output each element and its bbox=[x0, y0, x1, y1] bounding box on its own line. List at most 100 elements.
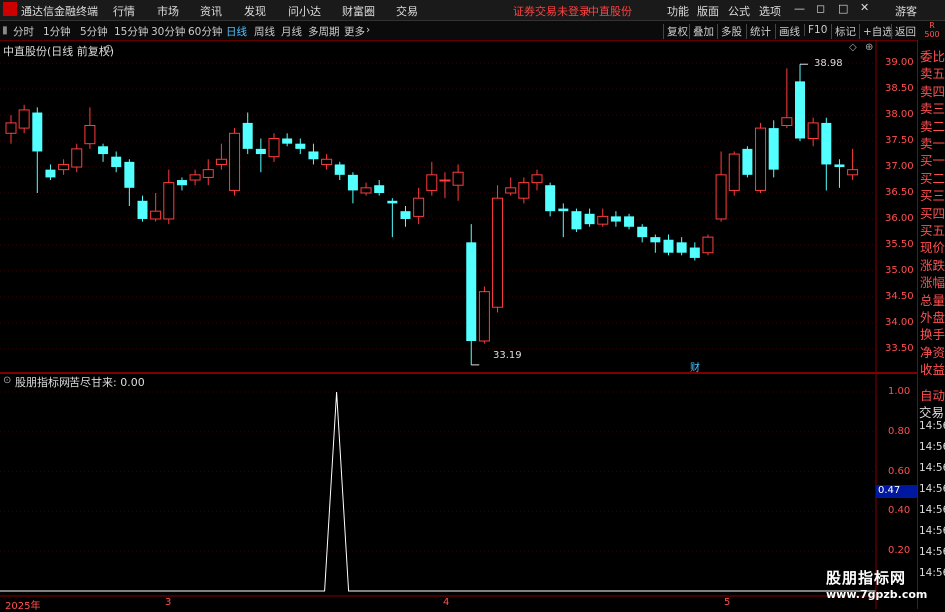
candle-body bbox=[347, 174, 358, 191]
watermark-line2: www.7gpzb.com bbox=[826, 588, 928, 601]
quote-field-label: 收益 bbox=[920, 362, 945, 378]
restore-icon[interactable]: ◻ bbox=[816, 2, 825, 15]
candle-body bbox=[715, 174, 727, 220]
candle-body bbox=[176, 180, 187, 186]
tool-button[interactable]: 画线 bbox=[775, 24, 803, 39]
candle-body bbox=[439, 179, 451, 182]
period-tab[interactable]: 5分钟 bbox=[80, 24, 108, 39]
menu-item-trade[interactable]: 交易 bbox=[396, 3, 418, 19]
crosshair-icon[interactable]: ⊕ bbox=[865, 42, 873, 53]
chart-grid bbox=[0, 62, 876, 552]
tool-button[interactable]: 叠加 bbox=[689, 24, 717, 39]
menu-item-market[interactable]: 市场 bbox=[157, 3, 179, 19]
quote-field-label: 买五 bbox=[920, 223, 945, 238]
chevron-right-icon[interactable]: › bbox=[366, 24, 370, 36]
y-tick: 38.50 bbox=[885, 83, 914, 95]
menu-item-ask[interactable]: 问小达 bbox=[288, 3, 321, 19]
user-label[interactable]: 游客 bbox=[895, 3, 917, 19]
candle-body bbox=[478, 291, 490, 342]
tool-button[interactable]: 统计 bbox=[746, 24, 774, 39]
candle-body bbox=[45, 169, 56, 178]
quote-field-label: 外盘 bbox=[920, 310, 945, 325]
tool-button[interactable]: 返回 bbox=[891, 24, 919, 39]
period-tab[interactable]: 多周期 bbox=[308, 24, 340, 39]
finance-marker[interactable]: 财 bbox=[690, 359, 700, 374]
candle-body bbox=[413, 197, 425, 217]
candle-body bbox=[426, 174, 438, 191]
period-tab[interactable]: 分时 bbox=[13, 24, 34, 39]
indicator-y-tick: 0.40 bbox=[888, 505, 911, 517]
candle-body bbox=[242, 122, 253, 149]
candle-body bbox=[466, 242, 477, 341]
quote-field-label: 现价 bbox=[920, 240, 945, 256]
candle-body bbox=[676, 242, 687, 253]
y-tick: 36.00 bbox=[885, 212, 914, 224]
menu-item-discover[interactable]: 发现 bbox=[244, 3, 266, 19]
menu-layout[interactable]: 版面 bbox=[697, 3, 719, 19]
period-tab[interactable]: 1分钟 bbox=[43, 24, 71, 39]
period-tab[interactable]: 15分钟 bbox=[114, 24, 148, 39]
low-price-label: 33.19 bbox=[493, 350, 522, 361]
indicator-series bbox=[0, 391, 876, 592]
candle-body bbox=[32, 112, 43, 152]
quote-field-label: 总量 bbox=[920, 292, 945, 308]
period-tab-selected[interactable]: 日线 bbox=[226, 24, 247, 39]
period-tab[interactable]: 周线 bbox=[254, 24, 275, 39]
period-tab[interactable]: 30分钟 bbox=[151, 24, 185, 39]
maximize-icon[interactable]: □ bbox=[838, 2, 848, 15]
candle-body bbox=[308, 151, 319, 160]
diamond-icon[interactable]: ◇ bbox=[849, 42, 857, 53]
candle-body bbox=[150, 210, 162, 220]
tick-time: 14:56 bbox=[919, 441, 945, 453]
candles bbox=[5, 63, 859, 366]
y-tick: 37.00 bbox=[885, 161, 914, 173]
menu-item-wealth[interactable]: 财富圈 bbox=[342, 3, 375, 19]
period-tab[interactable]: 60分钟 bbox=[188, 24, 222, 39]
login-status[interactable]: 证券交易未登录 bbox=[513, 3, 590, 19]
candle-body bbox=[558, 208, 569, 212]
candle-body bbox=[597, 215, 609, 225]
collapse-icon[interactable]: ▮ bbox=[2, 24, 8, 36]
tool-button[interactable]: 标记 bbox=[831, 24, 859, 39]
quote-field-label: 委比 bbox=[920, 49, 945, 64]
quote-field-label: 换手 bbox=[920, 327, 945, 343]
tool-button[interactable]: 复权 bbox=[663, 24, 691, 39]
candle-body bbox=[360, 187, 372, 194]
trade-label[interactable]: 交易 bbox=[919, 402, 944, 421]
menu-item-news[interactable]: 资讯 bbox=[200, 3, 222, 19]
tool-button[interactable]: F10 bbox=[804, 24, 830, 36]
quote-field-label: 买四 bbox=[920, 205, 945, 221]
period-tab[interactable]: 月线 bbox=[281, 24, 302, 39]
candle-body bbox=[768, 128, 779, 170]
period-tab-more[interactable]: 更多 bbox=[344, 24, 365, 39]
minimize-icon[interactable]: — bbox=[794, 2, 805, 15]
app-title: 通达信金融终端 bbox=[21, 5, 98, 18]
close-icon[interactable]: ✕ bbox=[860, 1, 869, 14]
menu-item-quotes[interactable]: 行情 bbox=[113, 3, 135, 19]
y-tick: 34.00 bbox=[885, 316, 914, 328]
kline-chart[interactable] bbox=[0, 40, 917, 609]
menu-options[interactable]: 选项 bbox=[759, 3, 781, 19]
menu-function[interactable]: 功能 bbox=[667, 3, 689, 19]
candle-body bbox=[742, 148, 753, 175]
candle-body bbox=[58, 163, 70, 171]
menu-formula[interactable]: 公式 bbox=[728, 3, 750, 19]
x-tick: 3 bbox=[165, 597, 172, 608]
quote-field-label: 卖三 bbox=[920, 101, 945, 117]
tool-button[interactable]: 多股 bbox=[717, 24, 745, 39]
quote-field-label: 涨幅 bbox=[920, 275, 945, 291]
quote-field-label: 买三 bbox=[920, 188, 945, 204]
high-price-label: 38.98 bbox=[814, 58, 843, 69]
tick-time: 14:56 bbox=[919, 483, 945, 495]
candle-body bbox=[255, 148, 266, 155]
candle-body bbox=[637, 226, 648, 238]
candle-body bbox=[702, 236, 714, 254]
candle-body bbox=[321, 158, 333, 165]
settings-icon[interactable]: ⊙ bbox=[104, 42, 113, 55]
indicator-settings-icon[interactable]: ⊙ bbox=[3, 375, 11, 386]
indicator-y-tick: 0.80 bbox=[888, 425, 911, 437]
candle-body bbox=[847, 169, 859, 176]
candle-body bbox=[111, 156, 122, 168]
watermark-line1: 股朋指标网 bbox=[826, 569, 907, 587]
y-tick: 34.50 bbox=[885, 290, 914, 302]
